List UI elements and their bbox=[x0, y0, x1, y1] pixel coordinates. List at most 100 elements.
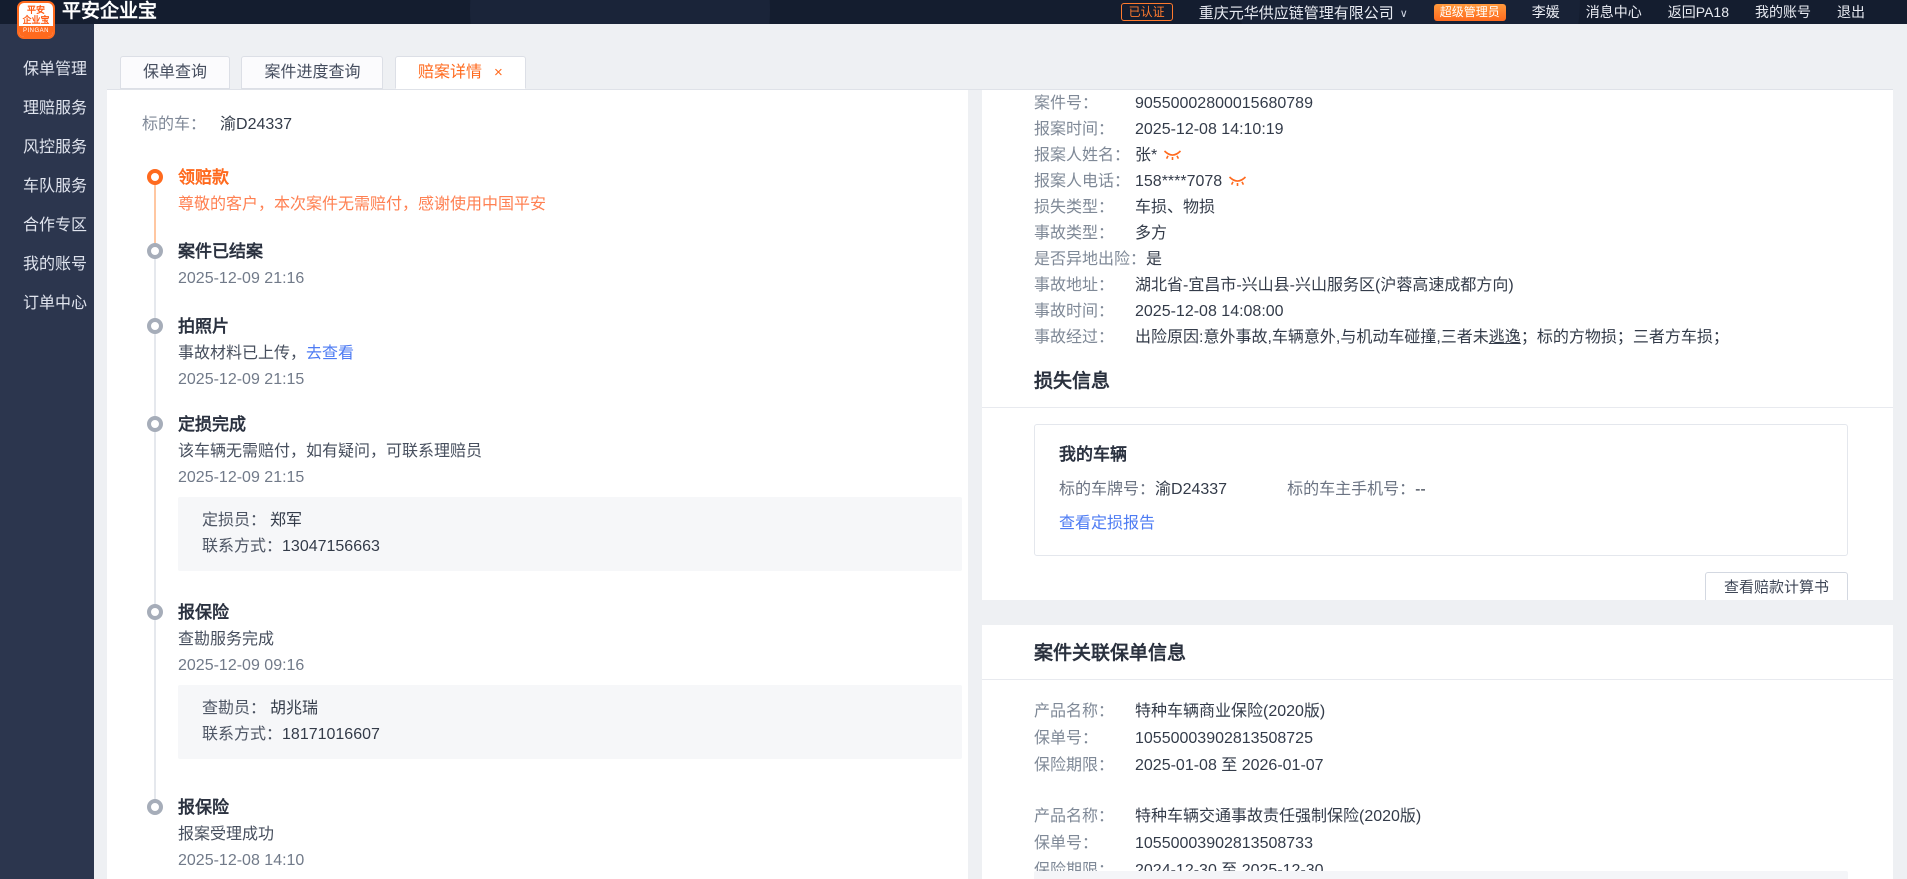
case-row: 报案人电话：158****7078 bbox=[1034, 169, 1848, 195]
timeline-step-payment: 领赔款 尊敬的客户，本次案件无需赔付，感谢使用中国平安 bbox=[107, 168, 968, 218]
vehicle-card-row: 标的车牌号：渝D24337标的车主手机号：-- bbox=[1059, 479, 1823, 501]
chevron-right-icon bbox=[77, 50, 82, 89]
view-assessment-report-link[interactable]: 查看定损报告 bbox=[1059, 513, 1823, 535]
row-label: 保险期限： bbox=[1034, 752, 1135, 779]
policy-number: 10550003902813508733 bbox=[1135, 835, 1313, 852]
timeline-dot bbox=[147, 604, 163, 620]
logo-sub: PINGAN bbox=[19, 26, 53, 37]
owner-phone-value: -- bbox=[1415, 481, 1426, 498]
sidebar-item-policy-mgmt[interactable]: 保单管理 bbox=[0, 50, 94, 89]
app-window: 平安企业宝 已认证 重庆元华供应链管理有限公司 超级管理员 李媛 消息中心 返回… bbox=[0, 0, 1907, 879]
nav-message-center[interactable]: 消息中心 bbox=[1586, 2, 1642, 22]
subject-vehicle: 标的车：渝D24337 bbox=[142, 110, 292, 134]
brand-logo: 平安 企业宝 PINGAN bbox=[17, 1, 55, 39]
row-label: 保单号： bbox=[1034, 725, 1135, 752]
claim-timeline-panel: 标的车：渝D24337 领赔款 尊敬的客户，本次案件无需赔付，感谢使用中国平安 … bbox=[107, 89, 968, 879]
timeline-dot bbox=[147, 243, 163, 259]
case-row: 事故地址：湖北省-宜昌市-兴山县-兴山服务区(沪蓉高速成都方向) bbox=[1034, 273, 1848, 299]
case-row: 事故经过：出险原因:意外事故,车辆意外,与机动车碰撞,三者未逃逸；标的方物损；三… bbox=[1034, 325, 1848, 351]
accident-description: 出险原因:意外事故,车辆意外,与机动车碰撞,三者未逃逸；标的方物损；三者方车损； bbox=[1135, 329, 1729, 346]
top-navbar: 平安企业宝 已认证 重庆元华供应链管理有限公司 超级管理员 李媛 消息中心 返回… bbox=[0, 0, 1907, 24]
timeline-step-desc: 尊敬的客户，本次案件无需赔付，感谢使用中国平安 bbox=[178, 192, 968, 218]
accident-desc-pre: 出险原因:意外事故,车辆意外,与机动车碰撞,三者未 bbox=[1135, 329, 1489, 346]
certified-badge: 已认证 bbox=[1121, 3, 1173, 21]
timeline-step-desc: 事故材料已上传，去查看 bbox=[178, 341, 968, 367]
sidebar-item-risk[interactable]: 风控服务 bbox=[0, 128, 94, 167]
nav-username[interactable]: 李媛 bbox=[1532, 2, 1560, 22]
view-payment-calc-button[interactable]: 查看赔款计算书 bbox=[1705, 572, 1848, 600]
plate-label: 标的车牌号： bbox=[1059, 481, 1155, 498]
accident-address: 湖北省-宜昌市-兴山县-兴山服务区(沪蓉高速成都方向) bbox=[1135, 277, 1514, 294]
sidebar: 保单管理 理赔服务 风控服务 车队服务 合作专区 我的账号 订单中心 bbox=[0, 24, 94, 879]
brand-title: 平安企业宝 bbox=[62, 0, 157, 24]
reporter-name: 张* bbox=[1135, 147, 1157, 164]
chevron-right-icon bbox=[77, 284, 82, 323]
sidebar-item-orders[interactable]: 订单中心 bbox=[0, 284, 94, 323]
timeline-dot bbox=[147, 416, 163, 432]
row-label: 报案人姓名： bbox=[1034, 143, 1135, 169]
tab-claim-detail[interactable]: 赔案详情 bbox=[395, 56, 526, 89]
timeline-step-time: 2025-12-09 21:15 bbox=[178, 465, 968, 491]
view-materials-link[interactable]: 去查看 bbox=[306, 345, 354, 362]
reporter-phone: 158****7078 bbox=[1135, 173, 1222, 190]
timeline-step-survey: 报保险 查勘服务完成 2025-12-09 09:16 查勘员：胡兆瑞 联系方式… bbox=[107, 603, 968, 759]
row-label: 保单号： bbox=[1034, 830, 1135, 857]
contact-label: 定损员： bbox=[202, 508, 270, 534]
chevron-right-icon bbox=[77, 89, 82, 128]
chevron-down-icon bbox=[1400, 4, 1408, 21]
tab-label: 赔案详情 bbox=[418, 64, 482, 81]
case-row: 案件号：90550002800015680789 bbox=[1034, 91, 1848, 117]
sidebar-item-partner[interactable]: 合作专区 bbox=[0, 206, 94, 245]
masked-eye-icon[interactable] bbox=[1228, 175, 1247, 188]
contact-value: 13047156663 bbox=[282, 538, 380, 555]
tab-label: 案件进度查询 bbox=[264, 64, 360, 81]
close-icon[interactable] bbox=[494, 64, 503, 81]
timeline-dot-active bbox=[147, 169, 163, 185]
assessor-contact-card: 定损员：郑军 联系方式：13047156663 bbox=[178, 497, 962, 571]
contact-label: 联系方式： bbox=[202, 722, 282, 748]
timeline-step-desc: 该车辆无需赔付，如有疑问，可联系理赔员 bbox=[178, 439, 968, 465]
masked-eye-icon[interactable] bbox=[1163, 149, 1182, 162]
timeline-step-desc: 报案受理成功 bbox=[178, 822, 968, 848]
case-number: 90550002800015680789 bbox=[1135, 95, 1313, 112]
timeline-step-photos: 拍照片 事故材料已上传，去查看 2025-12-09 21:15 bbox=[107, 317, 968, 393]
divider bbox=[982, 679, 1893, 680]
timeline-dot bbox=[147, 799, 163, 815]
company-switcher[interactable]: 重庆元华供应链管理有限公司 bbox=[1199, 2, 1408, 23]
timeline-step-desc-text: 事故材料已上传， bbox=[178, 345, 306, 362]
sidebar-item-fleet[interactable]: 车队服务 bbox=[0, 167, 94, 206]
accident-type: 多方 bbox=[1135, 225, 1167, 242]
report-time: 2025-12-08 14:10:19 bbox=[1135, 121, 1284, 138]
nav-my-account[interactable]: 我的账号 bbox=[1755, 2, 1811, 22]
nav-logout[interactable]: 退出 bbox=[1837, 2, 1865, 22]
timeline-step-time: 2025-12-08 14:10 bbox=[178, 848, 968, 874]
sidebar-item-claims[interactable]: 理赔服务 bbox=[0, 89, 94, 128]
case-row: 事故类型：多方 bbox=[1034, 221, 1848, 247]
tab-case-progress[interactable]: 案件进度查询 bbox=[241, 56, 383, 89]
product-name: 特种车辆商业保险(2020版) bbox=[1135, 703, 1325, 720]
timeline-step-report: 报保险 报案受理成功 2025-12-08 14:10 bbox=[107, 798, 968, 874]
case-row: 是否异地出险：是 bbox=[1034, 247, 1848, 273]
policy-group: 产品名称：特种车辆商业保险(2020版) 保单号：105500039028135… bbox=[1034, 698, 1848, 779]
timeline-step-time: 2025-12-09 21:16 bbox=[178, 266, 968, 292]
timeline-step-desc: 查勘服务完成 bbox=[178, 627, 968, 653]
actions-row: 查看赔款计算书 bbox=[1034, 572, 1848, 600]
divider bbox=[982, 407, 1893, 408]
surveyor-contact-card: 查勘员：胡兆瑞 联系方式：18171016607 bbox=[178, 685, 962, 759]
row-label: 事故地址： bbox=[1034, 273, 1135, 299]
timeline-step-time: 2025-12-09 09:16 bbox=[178, 653, 968, 679]
logo-line2: 企业宝 bbox=[22, 15, 49, 25]
contact-value: 郑军 bbox=[270, 512, 302, 529]
case-row: 事故时间：2025-12-08 14:08:00 bbox=[1034, 299, 1848, 325]
plate-value: 渝D24337 bbox=[1155, 481, 1227, 498]
sidebar-item-account[interactable]: 我的账号 bbox=[0, 245, 94, 284]
accident-desc-post: ；标的方物损；三者方车损； bbox=[1521, 329, 1729, 346]
row-label: 事故经过： bbox=[1034, 325, 1135, 351]
chevron-right-icon bbox=[77, 128, 82, 167]
contact-label: 查勘员： bbox=[202, 696, 270, 722]
tab-policy-query[interactable]: 保单查询 bbox=[120, 56, 230, 89]
next-section-divider bbox=[1034, 871, 1848, 879]
timeline-step-title: 报保险 bbox=[178, 798, 968, 818]
case-detail-panel: 案件号：90550002800015680789 报案时间：2025-12-08… bbox=[982, 89, 1893, 600]
nav-back-pa18[interactable]: 返回PA18 bbox=[1668, 2, 1729, 22]
